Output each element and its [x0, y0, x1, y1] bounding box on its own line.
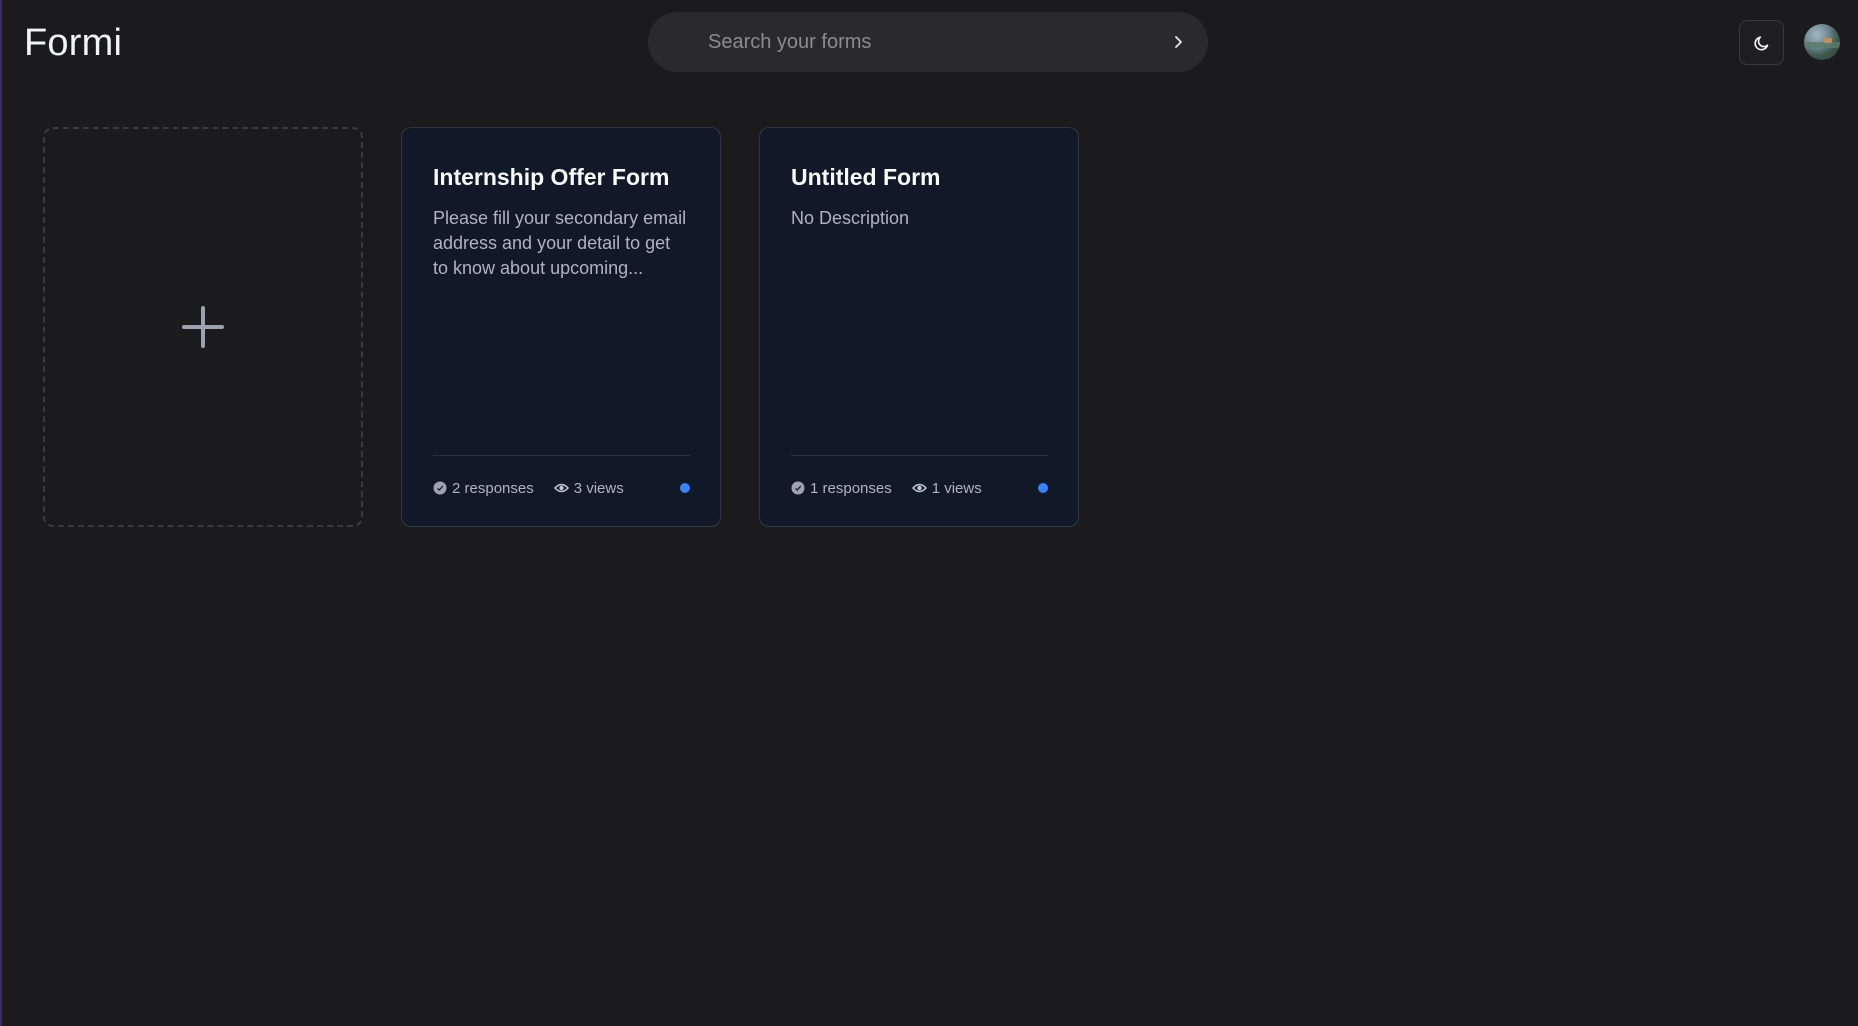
- responses-icon: [791, 481, 805, 495]
- create-form-card[interactable]: [43, 127, 363, 527]
- responses-stat: 1 responses: [791, 480, 892, 497]
- views-stat: 1 views: [911, 479, 982, 497]
- form-stats: 1 responses 1 views: [791, 478, 1048, 498]
- form-card[interactable]: Internship Offer Form Please fill your s…: [401, 127, 721, 527]
- form-title: Internship Offer Form: [433, 164, 670, 190]
- responses-stat: 2 responses: [433, 480, 534, 497]
- form-stats: 2 responses 3 views: [433, 478, 690, 498]
- form-description: No Description: [791, 208, 910, 228]
- views-count: 3 views: [573, 479, 624, 497]
- form-description: Please fill your secondary email address…: [433, 208, 687, 278]
- card-divider: [791, 455, 1048, 456]
- status-dot: [1038, 483, 1048, 493]
- top-bar: Formi: [0, 0, 1858, 90]
- search-submit-button[interactable]: [1166, 30, 1190, 54]
- search-bar: [648, 12, 1208, 72]
- form-title: Untitled Form: [791, 164, 941, 190]
- responses-count: 1 responses: [810, 479, 892, 497]
- avatar-image-detail: [1804, 42, 1840, 48]
- plus-icon: [182, 306, 224, 348]
- app-logo[interactable]: Formi: [24, 22, 122, 65]
- search-input[interactable]: [708, 12, 1148, 72]
- avatar-image-detail: [1824, 38, 1832, 43]
- responses-count: 2 responses: [452, 479, 534, 497]
- user-avatar[interactable]: [1804, 24, 1840, 60]
- views-stat: 3 views: [553, 479, 624, 497]
- responses-icon: [433, 481, 447, 495]
- form-card[interactable]: Untitled Form No Description 1 responses…: [759, 127, 1079, 527]
- moon-icon: [1753, 35, 1768, 50]
- eye-icon: [553, 483, 569, 493]
- chevron-right-icon: [1175, 36, 1182, 48]
- card-divider: [433, 455, 690, 456]
- window-edge: [0, 0, 2, 1026]
- theme-toggle-button[interactable]: [1739, 20, 1784, 65]
- eye-icon: [911, 483, 927, 493]
- views-count: 1 views: [931, 479, 982, 497]
- status-dot: [680, 483, 690, 493]
